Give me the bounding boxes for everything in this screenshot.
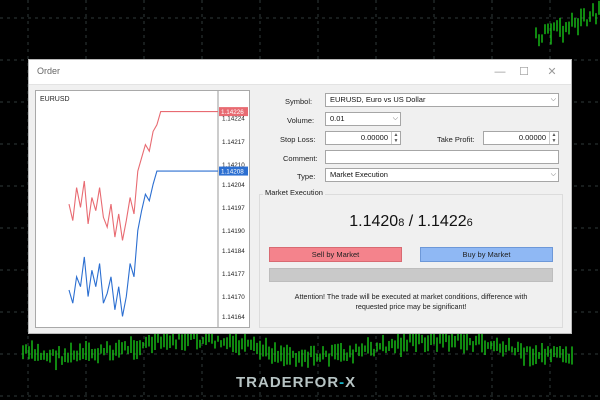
dialog-title: Order — [37, 66, 61, 76]
price-tick-label: 1.14177 — [222, 271, 245, 278]
take-profit-input[interactable]: 0.00000 ▲ ▼ — [483, 131, 559, 145]
chevron-down-icon: ⌵ — [392, 115, 398, 122]
tick-chart: 1.14224 1.14217 1.14210 1.14204 1.14197 1.141… — [35, 90, 250, 328]
type-select[interactable]: Market Execution ⌵ — [325, 168, 559, 182]
chart-symbol-label: EURUSD — [40, 96, 70, 103]
chevron-down-icon: ⌵ — [550, 96, 556, 103]
maximize-icon[interactable]: ☐ — [515, 63, 533, 81]
quote-separator: / — [408, 213, 414, 230]
stop-loss-label: Stop Loss: — [280, 135, 316, 144]
take-profit-label: Take Profit: — [437, 135, 475, 144]
type-label: Type: — [297, 172, 316, 181]
bid-price-line — [68, 170, 218, 317]
attention-message: Attention! The trade will be executed at… — [269, 292, 553, 312]
price-tick-label: 1.14170 — [222, 294, 245, 301]
comment-label: Comment: — [283, 154, 318, 163]
title-bar: Order — ☐ ✕ — [29, 60, 571, 85]
chevron-down-icon: ⌵ — [550, 171, 556, 178]
price-tick-label: 1.14184 — [222, 248, 245, 255]
tick-chart-svg: 1.142241.142171.142101.142041.141971.141… — [68, 91, 248, 327]
volume-label: Volume: — [287, 116, 315, 125]
ask-price: 1.14226 — [417, 213, 473, 230]
price-tick-label: 1.14204 — [222, 182, 245, 189]
volume-select-value: 0.01 — [330, 114, 345, 123]
take-profit-spinner[interactable]: ▲ ▼ — [549, 132, 558, 144]
symbol-select[interactable]: EURUSD, Euro vs US Dollar ⌵ — [325, 93, 559, 107]
stop-loss-spinner[interactable]: ▲ ▼ — [391, 132, 400, 144]
comment-input[interactable] — [325, 150, 559, 164]
price-tick-label: 1.14224 — [222, 116, 245, 123]
order-dialog: Order — ☐ ✕ 1.14224 1.14217 1.14210 1.14204… — [28, 59, 572, 334]
attention-line-2: requested price may be significant! — [355, 302, 467, 311]
ask-price-tag-label: 1.14226 — [221, 109, 244, 116]
sell-by-market-button[interactable]: Sell by Market — [269, 247, 402, 262]
bid-price: 1.14208 — [349, 213, 405, 230]
market-execution-label: Market Execution — [263, 188, 325, 197]
price-quote: 1.14208 / 1.14226 — [259, 213, 563, 231]
volume-select[interactable]: 0.01 ⌵ — [325, 112, 401, 126]
stop-loss-input[interactable]: 0.00000 ▲ ▼ — [325, 131, 401, 145]
price-tick-label: 1.14164 — [222, 314, 245, 321]
execution-progress-bar — [269, 268, 553, 282]
traderforex-watermark-logo: TRADERFOR-X — [236, 374, 357, 391]
take-profit-value: 0.00000 — [518, 133, 546, 142]
symbol-label: Symbol: — [285, 97, 313, 106]
price-tick-label: 1.14217 — [222, 139, 245, 146]
close-icon[interactable]: ✕ — [543, 63, 561, 81]
stop-loss-value: 0.00000 — [360, 133, 388, 142]
ask-price-line — [68, 111, 218, 241]
type-select-value: Market Execution — [330, 170, 388, 179]
minimize-icon[interactable]: — — [491, 63, 509, 81]
price-tick-label: 1.14190 — [222, 228, 245, 235]
price-tick-label: 1.14197 — [222, 205, 245, 212]
bid-price-tag-label: 1.14208 — [221, 169, 244, 176]
symbol-select-value: EURUSD, Euro vs US Dollar — [330, 95, 426, 104]
buy-by-market-button[interactable]: Buy by Market — [420, 247, 553, 262]
attention-line-1: Attention! The trade will be executed at… — [294, 292, 528, 301]
